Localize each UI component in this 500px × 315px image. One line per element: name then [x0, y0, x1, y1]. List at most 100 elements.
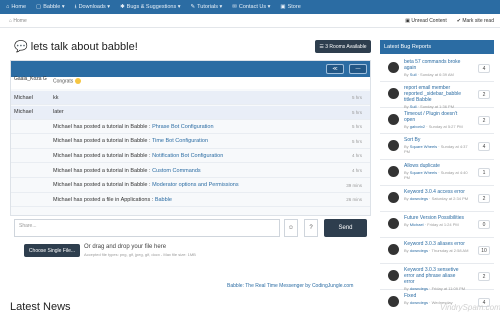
bug-report-title[interactable]: Keyword 3.0.3 aliases error: [404, 241, 466, 247]
avatar[interactable]: [388, 244, 399, 255]
bug-report-author[interactable]: Sull: [410, 72, 417, 77]
collapse-users-button[interactable]: ≪: [326, 64, 344, 74]
message-user[interactable]: Gaala_Koza G: [14, 77, 47, 82]
bug-report-item[interactable]: Keyword 3.0.3 sensetive error and phrase…: [380, 263, 494, 291]
rooms-available-button[interactable]: ☰ 3 Rooms Available: [315, 40, 371, 53]
avatar[interactable]: [388, 218, 399, 229]
bug-report-title[interactable]: beta 57 commands broke again: [404, 59, 466, 71]
nav-icon: ✎: [190, 4, 196, 10]
bug-report-item[interactable]: Keyword 3.0.3 aliases error By downdegs ·…: [380, 237, 494, 264]
bug-report-author[interactable]: Michael: [410, 222, 424, 227]
nav-label: Downloads ▾: [78, 4, 111, 10]
bug-report-author[interactable]: downdegs: [410, 196, 428, 201]
bug-report-author[interactable]: downdegs: [410, 300, 428, 305]
bug-report-title[interactable]: Keyword 3.0.4 access error: [404, 189, 466, 195]
nav-item-5[interactable]: ✉ Contact Us ▾: [232, 4, 270, 10]
avatar[interactable]: [388, 62, 399, 73]
avatar[interactable]: [388, 166, 399, 177]
message-text: later: [53, 109, 64, 115]
bug-report-meta: By downdegs · Thursday at 2:58 AM: [404, 248, 469, 253]
bug-report-author[interactable]: gaborix2: [410, 124, 425, 129]
reply-count-badge: 2: [478, 194, 490, 203]
message-user[interactable]: Michael: [14, 95, 33, 101]
bug-report-author[interactable]: Square Wheels: [410, 144, 437, 149]
nav-item-4[interactable]: ✎ Tutorials ▾: [191, 4, 223, 10]
message-link[interactable]: Custom Commands: [152, 168, 201, 174]
message-text-content: kk: [53, 94, 59, 101]
bug-report-item[interactable]: Sort By By Square Wheels · Sunday at 4:37…: [380, 133, 494, 160]
avatar[interactable]: [388, 88, 399, 99]
nav-item-0[interactable]: ⌂ Home: [6, 4, 26, 10]
bug-report-title[interactable]: Allows duplicate: [404, 163, 466, 169]
reply-count-badge: 0: [478, 220, 490, 229]
drag-drop-text: Or drag and drop your file here: [84, 244, 167, 250]
bug-report-meta: By Michael · Friday at 1:24 PM: [404, 222, 459, 227]
message-text-content: Michael has posted a tutorial in Babble …: [53, 167, 153, 174]
nav-item-3[interactable]: ✱ Bugs & Suggestions ▾: [120, 4, 180, 10]
chat-header: ≪ —: [11, 61, 370, 77]
help-button[interactable]: ?: [304, 219, 318, 237]
bug-report-item[interactable]: report email member reported _sidebar_ba…: [380, 81, 494, 109]
reply-count-badge: 1: [478, 168, 490, 177]
unread-content-link[interactable]: ▣ Unread Content: [405, 18, 446, 24]
breadcrumb-bar: ⌂ Home ▣ Unread Content ✔ Mark site read: [0, 14, 500, 28]
reply-count-badge: 2: [478, 272, 490, 281]
avatar[interactable]: [388, 114, 399, 125]
bug-report-author[interactable]: downdegs: [410, 248, 428, 253]
chat-message: Michael later 5 hrs: [11, 105, 370, 120]
nav-icon: ▢: [36, 4, 42, 10]
chat-message: Michael has posted a tutorial in Babble …: [11, 135, 370, 149]
minimize-chat-button[interactable]: —: [349, 64, 367, 74]
avatar[interactable]: [388, 296, 399, 307]
bug-report-title[interactable]: Fixed: [404, 293, 466, 299]
file-type-note: Accepted file types: png, gif, jpeg, gif…: [84, 252, 196, 257]
message-link[interactable]: Phrase Bot Configuration: [152, 124, 213, 130]
bug-report-time: · Thursday at 2:58 AM: [429, 248, 469, 253]
message-link[interactable]: Notification Bot Configuration: [152, 153, 223, 159]
message-text-content: Michael has posted a tutorial in Babble …: [53, 138, 152, 145]
nav-icon: ▣: [280, 4, 286, 10]
avatar[interactable]: [388, 270, 399, 281]
nav-icon: ✱: [120, 4, 125, 10]
bug-report-title[interactable]: Sort By: [404, 137, 466, 143]
bug-report-item[interactable]: beta 57 commands broke again By Sull · Su…: [380, 55, 494, 82]
credit-link[interactable]: Babble: The Real Time Messenger by Codin…: [227, 283, 353, 289]
nav-label: Home: [11, 4, 26, 10]
send-button[interactable]: Send: [324, 219, 367, 237]
bug-report-item[interactable]: Future Version Possibilities By Michael ·…: [380, 211, 494, 238]
bug-report-title[interactable]: report email member reported _sidebar_ba…: [404, 85, 466, 103]
bug-report-item[interactable]: Allows duplicate By Square Wheels · Sunda…: [380, 159, 494, 186]
bug-report-item[interactable]: Timeout / Plugin doesn't open By gaborix2…: [380, 107, 494, 134]
chat-input[interactable]: Share...: [14, 219, 280, 237]
reply-count-badge: 4: [478, 64, 490, 73]
nav-item-2[interactable]: ⭳ Downloads ▾: [75, 3, 110, 12]
bug-report-time: · Sunday at 5:27 PM: [426, 124, 463, 129]
breadcrumb[interactable]: ⌂ Home: [9, 18, 27, 24]
message-link[interactable]: Moderator options and Permissions: [152, 182, 239, 188]
bug-report-meta: By Square Wheels · Sunday at 4:40 PM: [404, 170, 468, 180]
bug-report-item[interactable]: Keyword 3.0.4 access error By downdegs · …: [380, 185, 494, 212]
message-time: 39 mins: [346, 182, 362, 188]
message-text-content: Michael has posted a tutorial in Babble …: [53, 182, 153, 189]
nav-icon: ⌂: [6, 4, 10, 10]
bug-report-author[interactable]: Square Wheels: [410, 170, 437, 175]
message-text-content: Michael has posted a tutorial in Babble …: [53, 152, 153, 159]
choose-file-button[interactable]: Choose Single File...: [24, 244, 80, 257]
bug-report-meta: By downdegs · Saturday at 2:34 PM: [404, 196, 469, 201]
grin-emoji-icon: [75, 78, 82, 84]
message-text: Michael has posted a tutorial in Babble …: [53, 182, 239, 188]
bug-report-title[interactable]: Keyword 3.0.3 sensetive error and phrase…: [404, 267, 466, 285]
message-link[interactable]: Time Bot Configuration: [152, 138, 208, 144]
avatar[interactable]: [388, 140, 399, 151]
bug-report-title[interactable]: Future Version Possibilities: [404, 215, 466, 221]
emoji-button[interactable]: ☺: [284, 219, 298, 237]
message-user[interactable]: Michael: [14, 109, 33, 115]
bug-report-title[interactable]: Timeout / Plugin doesn't open: [404, 111, 466, 123]
nav-item-1[interactable]: ▢ Babble ▾: [36, 4, 65, 10]
message-text-content: Congrats: [53, 78, 74, 85]
message-link[interactable]: Babble: [155, 197, 172, 203]
mark-site-read-link[interactable]: ✔ Mark site read: [457, 18, 494, 24]
avatar[interactable]: [388, 192, 399, 203]
chat-panel: ≪ — Gaala_Koza G Congrats Michael kk 5 hrs…: [10, 60, 371, 216]
nav-item-6[interactable]: ▣ Store: [280, 4, 300, 10]
